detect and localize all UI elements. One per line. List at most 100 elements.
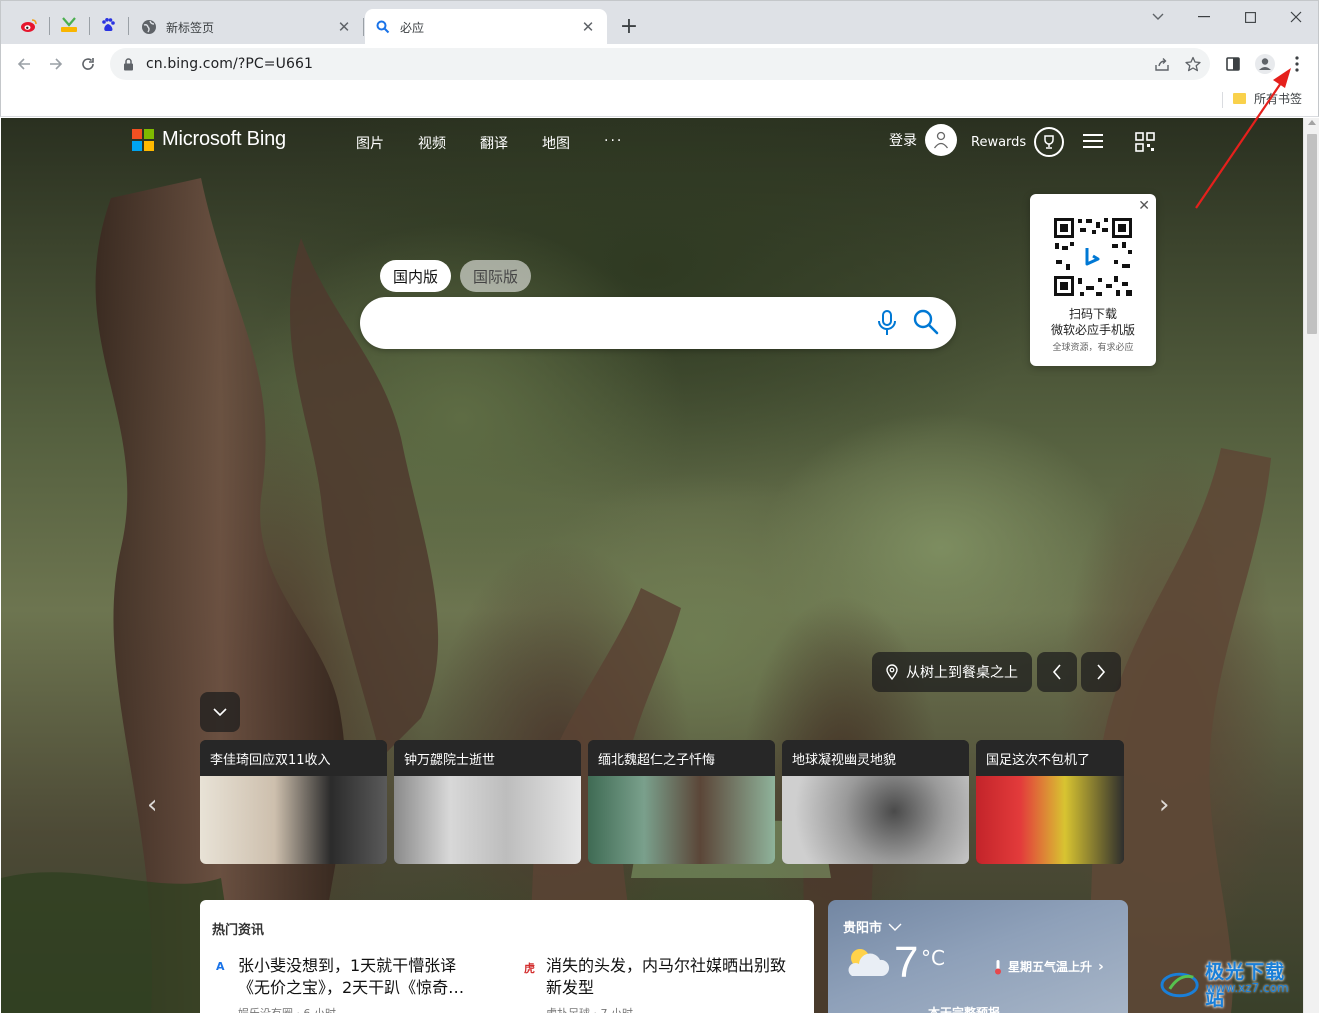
weather-temperature: 7 bbox=[894, 938, 919, 987]
reload-button[interactable] bbox=[74, 50, 102, 78]
address-bar[interactable]: cn.bing.com/?PC=U661 bbox=[110, 48, 1210, 80]
scroll-up-arrow-icon[interactable] bbox=[1308, 120, 1316, 125]
scrollbar-thumb[interactable] bbox=[1307, 134, 1317, 334]
browser-menu-button[interactable] bbox=[1283, 50, 1311, 78]
news-card-title: 李佳琦回应双11收入 bbox=[200, 740, 387, 776]
prev-image-button[interactable] bbox=[1037, 652, 1077, 692]
watermark-url: www.xz7.com bbox=[1206, 981, 1289, 995]
rewards-label: Rewards bbox=[971, 134, 1027, 150]
qr-title: 扫码下载 bbox=[1068, 307, 1117, 321]
side-panel-button[interactable] bbox=[1219, 50, 1247, 78]
bookmark-star-icon[interactable] bbox=[1181, 52, 1205, 76]
pinned-tab-hao123[interactable] bbox=[54, 10, 84, 40]
tab-close-button[interactable]: ✕ bbox=[579, 18, 597, 36]
toolbar: cn.bing.com/?PC=U661 bbox=[0, 44, 1319, 84]
bookmarks-bar: 所有书签 bbox=[0, 84, 1319, 117]
news-card[interactable]: 钟万勰院士逝世 bbox=[394, 740, 581, 864]
lock-icon[interactable] bbox=[110, 57, 146, 71]
tab-title: 新标签页 bbox=[166, 20, 215, 35]
tab-new-tab[interactable]: 新标签页 ✕ bbox=[131, 9, 363, 45]
collapse-feed-button[interactable] bbox=[200, 692, 240, 732]
minimize-icon bbox=[1198, 16, 1210, 18]
search-input[interactable] bbox=[360, 297, 956, 349]
close-icon[interactable]: ✕ bbox=[1138, 198, 1150, 214]
news-card-image bbox=[394, 776, 581, 864]
news-card[interactable]: 缅北魏超仁之子忏悔 bbox=[588, 740, 775, 864]
close-icon bbox=[1290, 11, 1302, 23]
tab-search-button[interactable] bbox=[1135, 5, 1181, 29]
news-item-title: 张小斐没想到，1天就干懵张译《无价之宝》，2天干趴《惊奇… bbox=[238, 956, 465, 997]
user-avatar-icon bbox=[925, 124, 957, 156]
weather-full-forecast-link[interactable]: 本天完整预报 bbox=[928, 1004, 1000, 1013]
nav-translate[interactable]: 翻译 bbox=[480, 133, 508, 153]
weather-forecast-link[interactable]: 星期五气温上升 › bbox=[994, 958, 1104, 975]
new-tab-button[interactable]: + bbox=[616, 13, 642, 39]
pinned-tab-baidu[interactable] bbox=[93, 10, 123, 40]
thermometer-icon bbox=[995, 959, 1001, 974]
news-card[interactable]: 地球凝视幽灵地貌 bbox=[782, 740, 969, 864]
profile-icon bbox=[1255, 54, 1275, 74]
search-icon[interactable] bbox=[913, 309, 939, 339]
hot-news-title: 热门资讯 bbox=[212, 923, 265, 938]
login-button[interactable]: 登录 bbox=[889, 124, 957, 156]
hamburger-icon bbox=[1083, 134, 1103, 148]
news-card-title: 地球凝视幽灵地貌 bbox=[782, 740, 969, 776]
microphone-icon[interactable] bbox=[877, 310, 897, 340]
page-scrollbar[interactable] bbox=[1303, 118, 1319, 1013]
baidu-icon bbox=[102, 18, 115, 31]
chevron-down-icon bbox=[213, 708, 227, 716]
carousel-next-button[interactable]: › bbox=[1159, 790, 1169, 820]
all-bookmarks-folder[interactable]: 所有书签 bbox=[1233, 90, 1302, 107]
news-item-title: 消失的头发，内马尔社媒晒出别致新发型 bbox=[546, 956, 787, 997]
news-card[interactable]: 李佳琦回应双11收入 bbox=[200, 740, 387, 864]
qr-code-button[interactable] bbox=[1135, 132, 1155, 152]
nav-maps[interactable]: 地图 bbox=[542, 133, 570, 153]
partly-cloudy-icon bbox=[848, 949, 890, 976]
tab-close-button[interactable]: ✕ bbox=[335, 18, 353, 36]
source-logo-icon: A bbox=[216, 960, 225, 973]
watermark-logo-icon bbox=[1160, 972, 1199, 998]
maximize-button[interactable] bbox=[1227, 5, 1273, 29]
share-icon[interactable] bbox=[1150, 52, 1174, 76]
trophy-icon bbox=[1034, 127, 1065, 157]
weather-city-label: 贵阳市 bbox=[843, 921, 883, 936]
hot-news-panel: 热门资讯 A 张小斐没想到，1天就干懵张译《无价之宝》，2天干趴《惊奇… 娱乐没… bbox=[200, 900, 814, 1013]
carousel-prev-button[interactable]: ‹ bbox=[147, 790, 157, 820]
news-item-source: 娱乐没有圈 · 6 小时 bbox=[238, 1005, 476, 1013]
bing-logo[interactable]: Microsoft Bing bbox=[132, 128, 286, 151]
hamburger-menu-button[interactable] bbox=[1083, 133, 1103, 149]
qr-code-image bbox=[1052, 216, 1134, 298]
forward-button[interactable] bbox=[42, 50, 70, 78]
news-card[interactable]: 国足这次不包机了 bbox=[976, 740, 1124, 864]
kebab-menu-icon bbox=[1295, 56, 1299, 72]
watermark: 极光下载站 www.xz7.com bbox=[1160, 957, 1303, 1011]
image-info-button[interactable]: 从树上到餐桌之上 bbox=[872, 652, 1032, 692]
nav-more[interactable]: ··· bbox=[604, 133, 623, 149]
profile-button[interactable] bbox=[1251, 50, 1279, 78]
qr-subtitle: 微软必应手机版 bbox=[1050, 323, 1135, 337]
scope-domestic-tab[interactable]: 国内版 bbox=[380, 260, 452, 292]
news-card-image bbox=[588, 776, 775, 864]
news-item[interactable]: 虎 消失的头发，内马尔社媒晒出别致新发型 虎扑足球 · 7 小时 bbox=[524, 955, 794, 1013]
nav-images[interactable]: 图片 bbox=[356, 133, 384, 153]
weather-widget[interactable]: 贵阳市 7 °C 星期五气温上升 › 本天完整预报 bbox=[828, 900, 1128, 1013]
next-image-button[interactable] bbox=[1081, 652, 1121, 692]
news-item[interactable]: A 张小斐没想到，1天就干懵张译《无价之宝》，2天干趴《惊奇… 娱乐没有圈 · … bbox=[216, 955, 476, 1013]
news-card-title: 国足这次不包机了 bbox=[976, 740, 1124, 776]
tab-bing[interactable]: 必应 ✕ bbox=[365, 9, 607, 45]
back-button[interactable] bbox=[10, 50, 38, 78]
pinned-tab-weibo[interactable] bbox=[14, 10, 44, 40]
microsoft-logo-icon bbox=[132, 128, 154, 151]
close-window-button[interactable] bbox=[1273, 5, 1319, 29]
nav-videos[interactable]: 视频 bbox=[418, 133, 446, 153]
weather-city[interactable]: 贵阳市 bbox=[843, 917, 902, 936]
chevron-down-icon bbox=[1152, 13, 1164, 20]
rewards-button[interactable]: Rewards bbox=[971, 127, 1065, 157]
chevron-right-icon bbox=[1097, 664, 1106, 680]
minimize-button[interactable] bbox=[1181, 5, 1227, 29]
bing-page: Microsoft Bing 图片 视频 翻译 地图 ··· 登录 Reward… bbox=[1, 118, 1303, 1013]
location-pin-icon bbox=[886, 664, 898, 680]
weather-forecast-text: 星期五气温上升 bbox=[1008, 960, 1093, 974]
scope-international-tab[interactable]: 国际版 bbox=[460, 260, 532, 292]
qr-code-icon bbox=[1135, 132, 1155, 152]
